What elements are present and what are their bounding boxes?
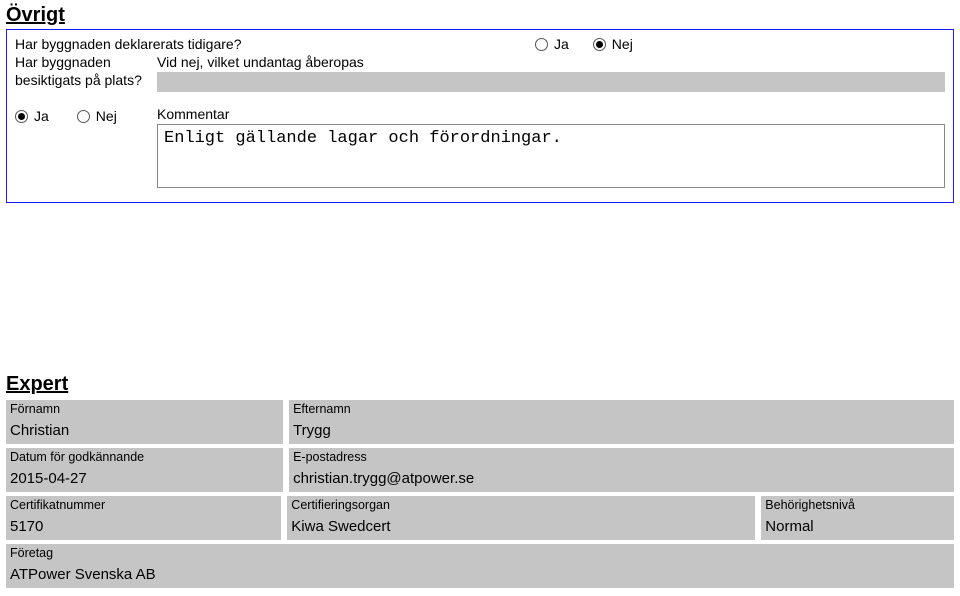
declared-radio-group: Ja Nej <box>535 36 633 52</box>
firstname-cell: Förnamn Christian <box>6 400 283 444</box>
lastname-value: Trygg <box>289 418 954 444</box>
cert-no-value: 5170 <box>6 514 281 540</box>
ovrigt-box: Har byggnaden deklarerats tidigare? Ja N… <box>6 29 954 203</box>
radio-dot-icon <box>596 41 603 48</box>
cert-body-cell: Certifieringsorgan Kiwa Swedcert <box>287 496 755 540</box>
declared-question: Har byggnaden deklarerats tidigare? <box>15 36 535 52</box>
exemption-field[interactable] <box>157 72 945 92</box>
comment-field[interactable]: Enligt gällande lagar och förordningar. <box>157 124 945 188</box>
declared-radio-yes[interactable]: Ja <box>535 36 569 52</box>
comment-label: Kommentar <box>157 106 945 122</box>
cert-body-label: Certifieringsorgan <box>287 496 755 514</box>
expert-row-name: Förnamn Christian Efternamn Trygg <box>6 400 954 444</box>
radio-circle-icon <box>77 110 90 123</box>
expert-rows: Förnamn Christian Efternamn Trygg Datum … <box>6 400 954 588</box>
expert-title: Expert <box>6 373 954 396</box>
company-cell: Företag ATPower Svenska AB <box>6 544 954 588</box>
declared-radio-no[interactable]: Nej <box>593 36 633 52</box>
auth-level-label: Behörighetsnivå <box>761 496 954 514</box>
lastname-cell: Efternamn Trygg <box>289 400 954 444</box>
email-cell: E-postadress christian.trygg@atpower.se <box>289 448 954 492</box>
expert-row-cert: Certifikatnummer 5170 Certifieringsorgan… <box>6 496 954 540</box>
company-label: Företag <box>6 544 954 562</box>
auth-level-cell: Behörighetsnivå Normal <box>761 496 954 540</box>
radio-circle-icon <box>15 110 28 123</box>
auth-level-value: Normal <box>761 514 954 540</box>
inspected-radio-group: Ja Nej <box>15 106 143 124</box>
inspected-comment-row: Ja Nej Kommentar Enligt gällande lagar o… <box>15 106 945 188</box>
exemption-col: Vid nej, vilket undantag åberopas <box>157 54 945 92</box>
cert-no-label: Certifikatnummer <box>6 496 281 514</box>
cert-no-cell: Certifikatnummer 5170 <box>6 496 281 540</box>
radio-circle-icon <box>535 38 548 51</box>
lastname-label: Efternamn <box>289 400 954 418</box>
approval-date-label: Datum för godkännande <box>6 448 283 466</box>
radio-label-yes: Ja <box>554 36 569 52</box>
expert-row-company: Företag ATPower Svenska AB <box>6 544 954 588</box>
ovrigt-title: Övrigt <box>6 4 954 27</box>
inspected-radio-yes[interactable]: Ja <box>15 108 49 124</box>
radio-label-no: Nej <box>96 108 117 124</box>
firstname-label: Förnamn <box>6 400 283 418</box>
cert-body-value: Kiwa Swedcert <box>287 514 755 540</box>
expert-row-date-email: Datum för godkännande 2015-04-27 E-posta… <box>6 448 954 492</box>
email-label: E-postadress <box>289 448 954 466</box>
company-value: ATPower Svenska AB <box>6 562 954 588</box>
exemption-label: Vid nej, vilket undantag åberopas <box>157 54 945 70</box>
inspected-exemption-row: Har byggnaden besiktigats på plats? Vid … <box>15 54 945 92</box>
inspected-question: Har byggnaden besiktigats på plats? <box>15 54 143 89</box>
approval-date-cell: Datum för godkännande 2015-04-27 <box>6 448 283 492</box>
expert-section: Expert Förnamn Christian Efternamn Trygg… <box>6 373 954 588</box>
radio-circle-icon <box>593 38 606 51</box>
comment-col: Kommentar Enligt gällande lagar och föro… <box>157 106 945 188</box>
radio-dot-icon <box>18 113 25 120</box>
radio-label-yes: Ja <box>34 108 49 124</box>
inspected-radio-no[interactable]: Nej <box>77 108 117 124</box>
declared-row: Har byggnaden deklarerats tidigare? Ja N… <box>15 36 945 52</box>
email-value: christian.trygg@atpower.se <box>289 466 954 492</box>
approval-date-value: 2015-04-27 <box>6 466 283 492</box>
radio-label-no: Nej <box>612 36 633 52</box>
firstname-value: Christian <box>6 418 283 444</box>
